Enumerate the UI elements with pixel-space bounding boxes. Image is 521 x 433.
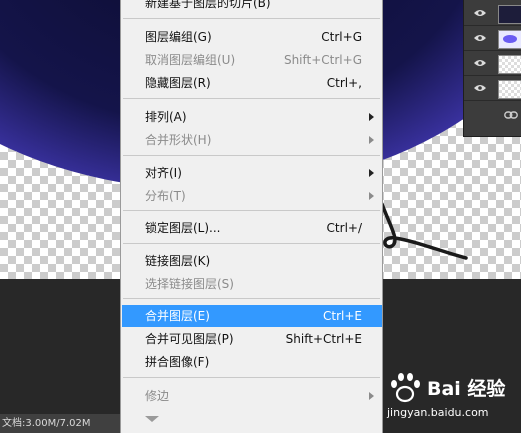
menu-item-shortcut: Shift+Ctrl+E [285,332,362,346]
menu-item-label: 图层编组(G) [145,30,212,44]
menu-separator [123,377,380,378]
menu-item-new-layer-based-slice[interactable]: 新建基于图层的切片(B) [122,0,382,14]
menu-separator [123,155,380,156]
menu-separator [123,243,380,244]
menu-item-label: 选择链接图层(S) [145,277,234,291]
menu-separator [123,298,380,299]
menu-item-distribute[interactable]: 分布(T) [122,185,382,207]
menu-item-label: 隐藏图层(R) [145,76,211,90]
menu-item-group-layers[interactable]: 图层编组(G) Ctrl+G [122,26,382,48]
link-layers-icon[interactable] [504,110,518,120]
layer-row[interactable] [464,52,521,76]
menu-item-label: 排列(A) [145,110,187,124]
menu-item-label: 合并可见图层(P) [145,332,234,346]
layer-thumbnail [498,5,521,24]
layer-context-menu: 新建基于图层的切片(B) 图层编组(G) Ctrl+G 取消图层编组(U) Sh… [120,0,383,433]
menu-item-align[interactable]: 对齐(I) [122,162,382,184]
doc-size-text: 文档:3.00M/7.02M [2,418,91,429]
menu-item-label: 对齐(I) [145,166,182,180]
layer-thumbnail [498,55,521,74]
menu-item-combine-shapes[interactable]: 合并形状(H) [122,129,382,151]
menu-item-label: 合并图层(E) [145,309,210,323]
menu-item-shortcut: Ctrl+G [321,30,362,44]
eye-icon[interactable] [474,34,486,42]
menu-item-shortcut: Ctrl+/ [326,221,362,235]
menu-item-merge-visible[interactable]: 合并可见图层(P) Shift+Ctrl+E [122,328,382,350]
baidu-paw-logo-icon [391,373,420,403]
menu-item-merge-layers[interactable]: 合并图层(E) Ctrl+E [122,305,382,327]
layers-panel [463,0,521,137]
menu-item-shortcut: Ctrl+E [323,309,362,323]
menu-item-label: 拼合图像(F) [145,355,210,369]
menu-item-arrange[interactable]: 排列(A) [122,106,382,128]
menu-item-shortcut: Shift+Ctrl+G [283,53,362,67]
menu-item-label: 取消图层编组(U) [145,53,236,67]
menu-scroll-down-icon[interactable] [145,416,159,422]
menu-item-lock-layers[interactable]: 锁定图层(L)... Ctrl+/ [122,217,382,239]
eye-icon[interactable] [474,84,486,92]
menu-separator [123,210,380,211]
submenu-arrow-icon [369,136,374,144]
eye-icon[interactable] [474,9,486,17]
layer-row[interactable] [464,2,521,26]
menu-separator [123,98,380,99]
menu-item-label: 链接图层(K) [145,254,211,268]
eye-icon[interactable] [474,59,486,67]
submenu-arrow-icon [369,113,374,121]
menu-item-label: 修边 [145,389,170,403]
menu-item-flatten-image[interactable]: 拼合图像(F) [122,351,382,373]
menu-item-matting[interactable]: 修边 [122,385,382,407]
menu-item-label: 锁定图层(L)... [145,221,221,235]
watermark-brand: Bai 经验 [427,378,506,400]
submenu-arrow-icon [369,192,374,200]
layer-thumbnail [498,80,521,99]
baidu-jingyan-watermark: Bai 经验 jingyan.baidu.com [385,370,521,419]
menu-item-hide-layers[interactable]: 隐藏图层(R) Ctrl+, [122,72,382,94]
layer-row[interactable] [464,27,521,51]
menu-item-link-layers[interactable]: 链接图层(K) [122,250,382,272]
menu-item-shortcut: Ctrl+, [326,76,362,90]
layer-row[interactable] [464,77,521,101]
menu-item-select-linked-layers[interactable]: 选择链接图层(S) [122,273,382,295]
watermark-url: jingyan.baidu.com [387,406,489,419]
menu-item-ungroup-layers[interactable]: 取消图层编组(U) Shift+Ctrl+G [122,49,382,71]
menu-item-label: 新建基于图层的切片(B) [145,0,271,10]
submenu-arrow-icon [369,392,374,400]
menu-separator [123,18,380,19]
layer-thumbnail [498,30,521,49]
menu-item-label: 合并形状(H) [145,133,212,147]
menu-item-label: 分布(T) [145,189,186,203]
submenu-arrow-icon [369,169,374,177]
